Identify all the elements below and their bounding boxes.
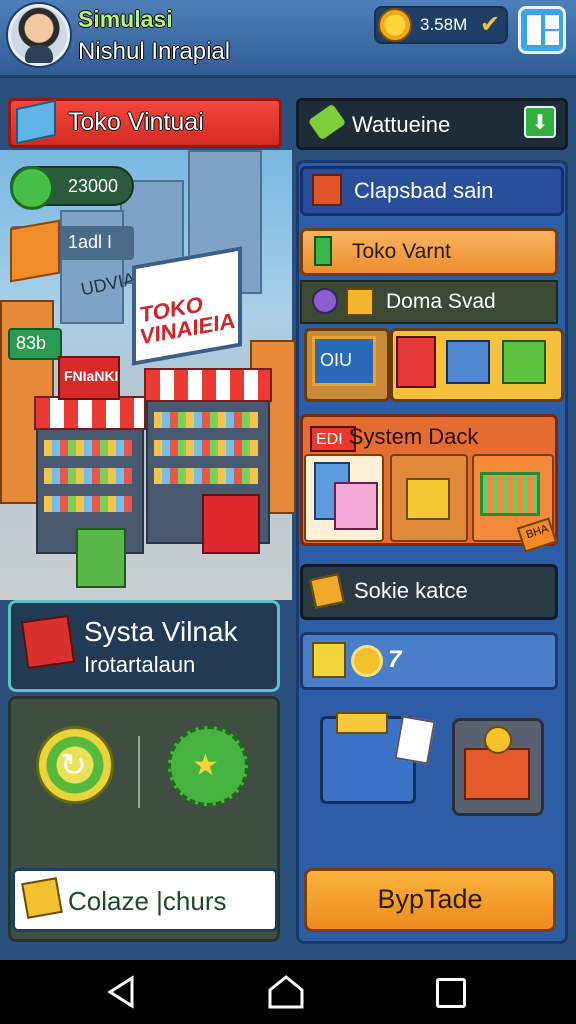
back-icon[interactable]: [104, 974, 140, 1010]
stock-label: Sokie katce: [354, 578, 468, 603]
menu-grid-icon[interactable]: [518, 6, 566, 54]
box-icon: [309, 573, 345, 609]
shop-banner-label: Toko Vintuai: [68, 108, 204, 136]
store-sign-red-text: FNIaNKI: [64, 368, 119, 384]
info-title: Systa Vilnak: [84, 616, 238, 647]
box-icon: [312, 642, 346, 678]
phone-icon[interactable]: [396, 336, 436, 388]
warehouse-label: Wattueine: [352, 112, 451, 137]
system-badge-text: EDI: [316, 431, 343, 448]
box-icon: [406, 478, 450, 520]
home-icon[interactable]: [266, 974, 306, 1010]
stat-value: 1adl I: [68, 232, 113, 252]
box-icon: [312, 174, 342, 206]
task-count: 7: [388, 646, 402, 673]
recent-apps-icon[interactable]: [436, 978, 466, 1008]
shield-icon: [10, 166, 54, 210]
gift-icon: [20, 614, 76, 670]
gift-icon: [464, 748, 530, 800]
box-icon[interactable]: [446, 340, 490, 384]
crate-icon[interactable]: [502, 340, 546, 384]
tools-icon: [346, 288, 374, 316]
sun-icon: [354, 648, 380, 674]
reward-badge-icon: ★: [192, 749, 219, 782]
game-title: Simulasi: [78, 6, 173, 32]
trade-label: BypTade: [377, 884, 483, 914]
shopping-cart-icon: [480, 472, 540, 516]
box-icon: [334, 482, 378, 530]
goods-row: [44, 440, 132, 456]
stat-value: 23000: [68, 176, 119, 196]
coin-icon: [484, 726, 512, 754]
goods-row: [44, 468, 132, 484]
info-subtitle: Irotartalaun: [84, 652, 196, 677]
right-panel: [296, 160, 568, 944]
crate-icon: [10, 219, 60, 283]
coin-icon: [378, 8, 412, 42]
goods-row: [154, 440, 258, 456]
system-title: System Dack: [348, 424, 479, 449]
gear-icon: [312, 288, 338, 314]
goods-row: [154, 468, 258, 484]
shop-item-label: Toko Varnt: [352, 240, 451, 263]
player-avatar[interactable]: [8, 4, 70, 66]
divider: [138, 736, 140, 808]
refresh-icon: ↻: [60, 747, 87, 783]
download-icon[interactable]: ⬇: [524, 106, 556, 138]
awning: [144, 368, 272, 402]
player-name: Nishul Inrapial: [78, 38, 231, 65]
register-display: [336, 712, 388, 734]
bottle-icon: [314, 236, 332, 266]
slot-label: OIU: [320, 350, 353, 370]
produce-crate: [76, 528, 126, 588]
box-icon: [21, 877, 63, 919]
stat-value: 83b: [16, 333, 47, 353]
collect-label: Colaze |churs: [68, 886, 227, 916]
goods-row: [44, 496, 132, 512]
goods-row: [154, 412, 258, 428]
capacity-label: Clapsbad sain: [354, 178, 494, 203]
system-label: EDI System Dack: [316, 424, 478, 450]
awning: [34, 396, 146, 430]
produce-crate: [202, 494, 260, 554]
check-icon: ✔: [480, 11, 501, 38]
domain-label: Doma Svad: [386, 290, 496, 313]
coin-value: 3.58M: [420, 15, 468, 34]
